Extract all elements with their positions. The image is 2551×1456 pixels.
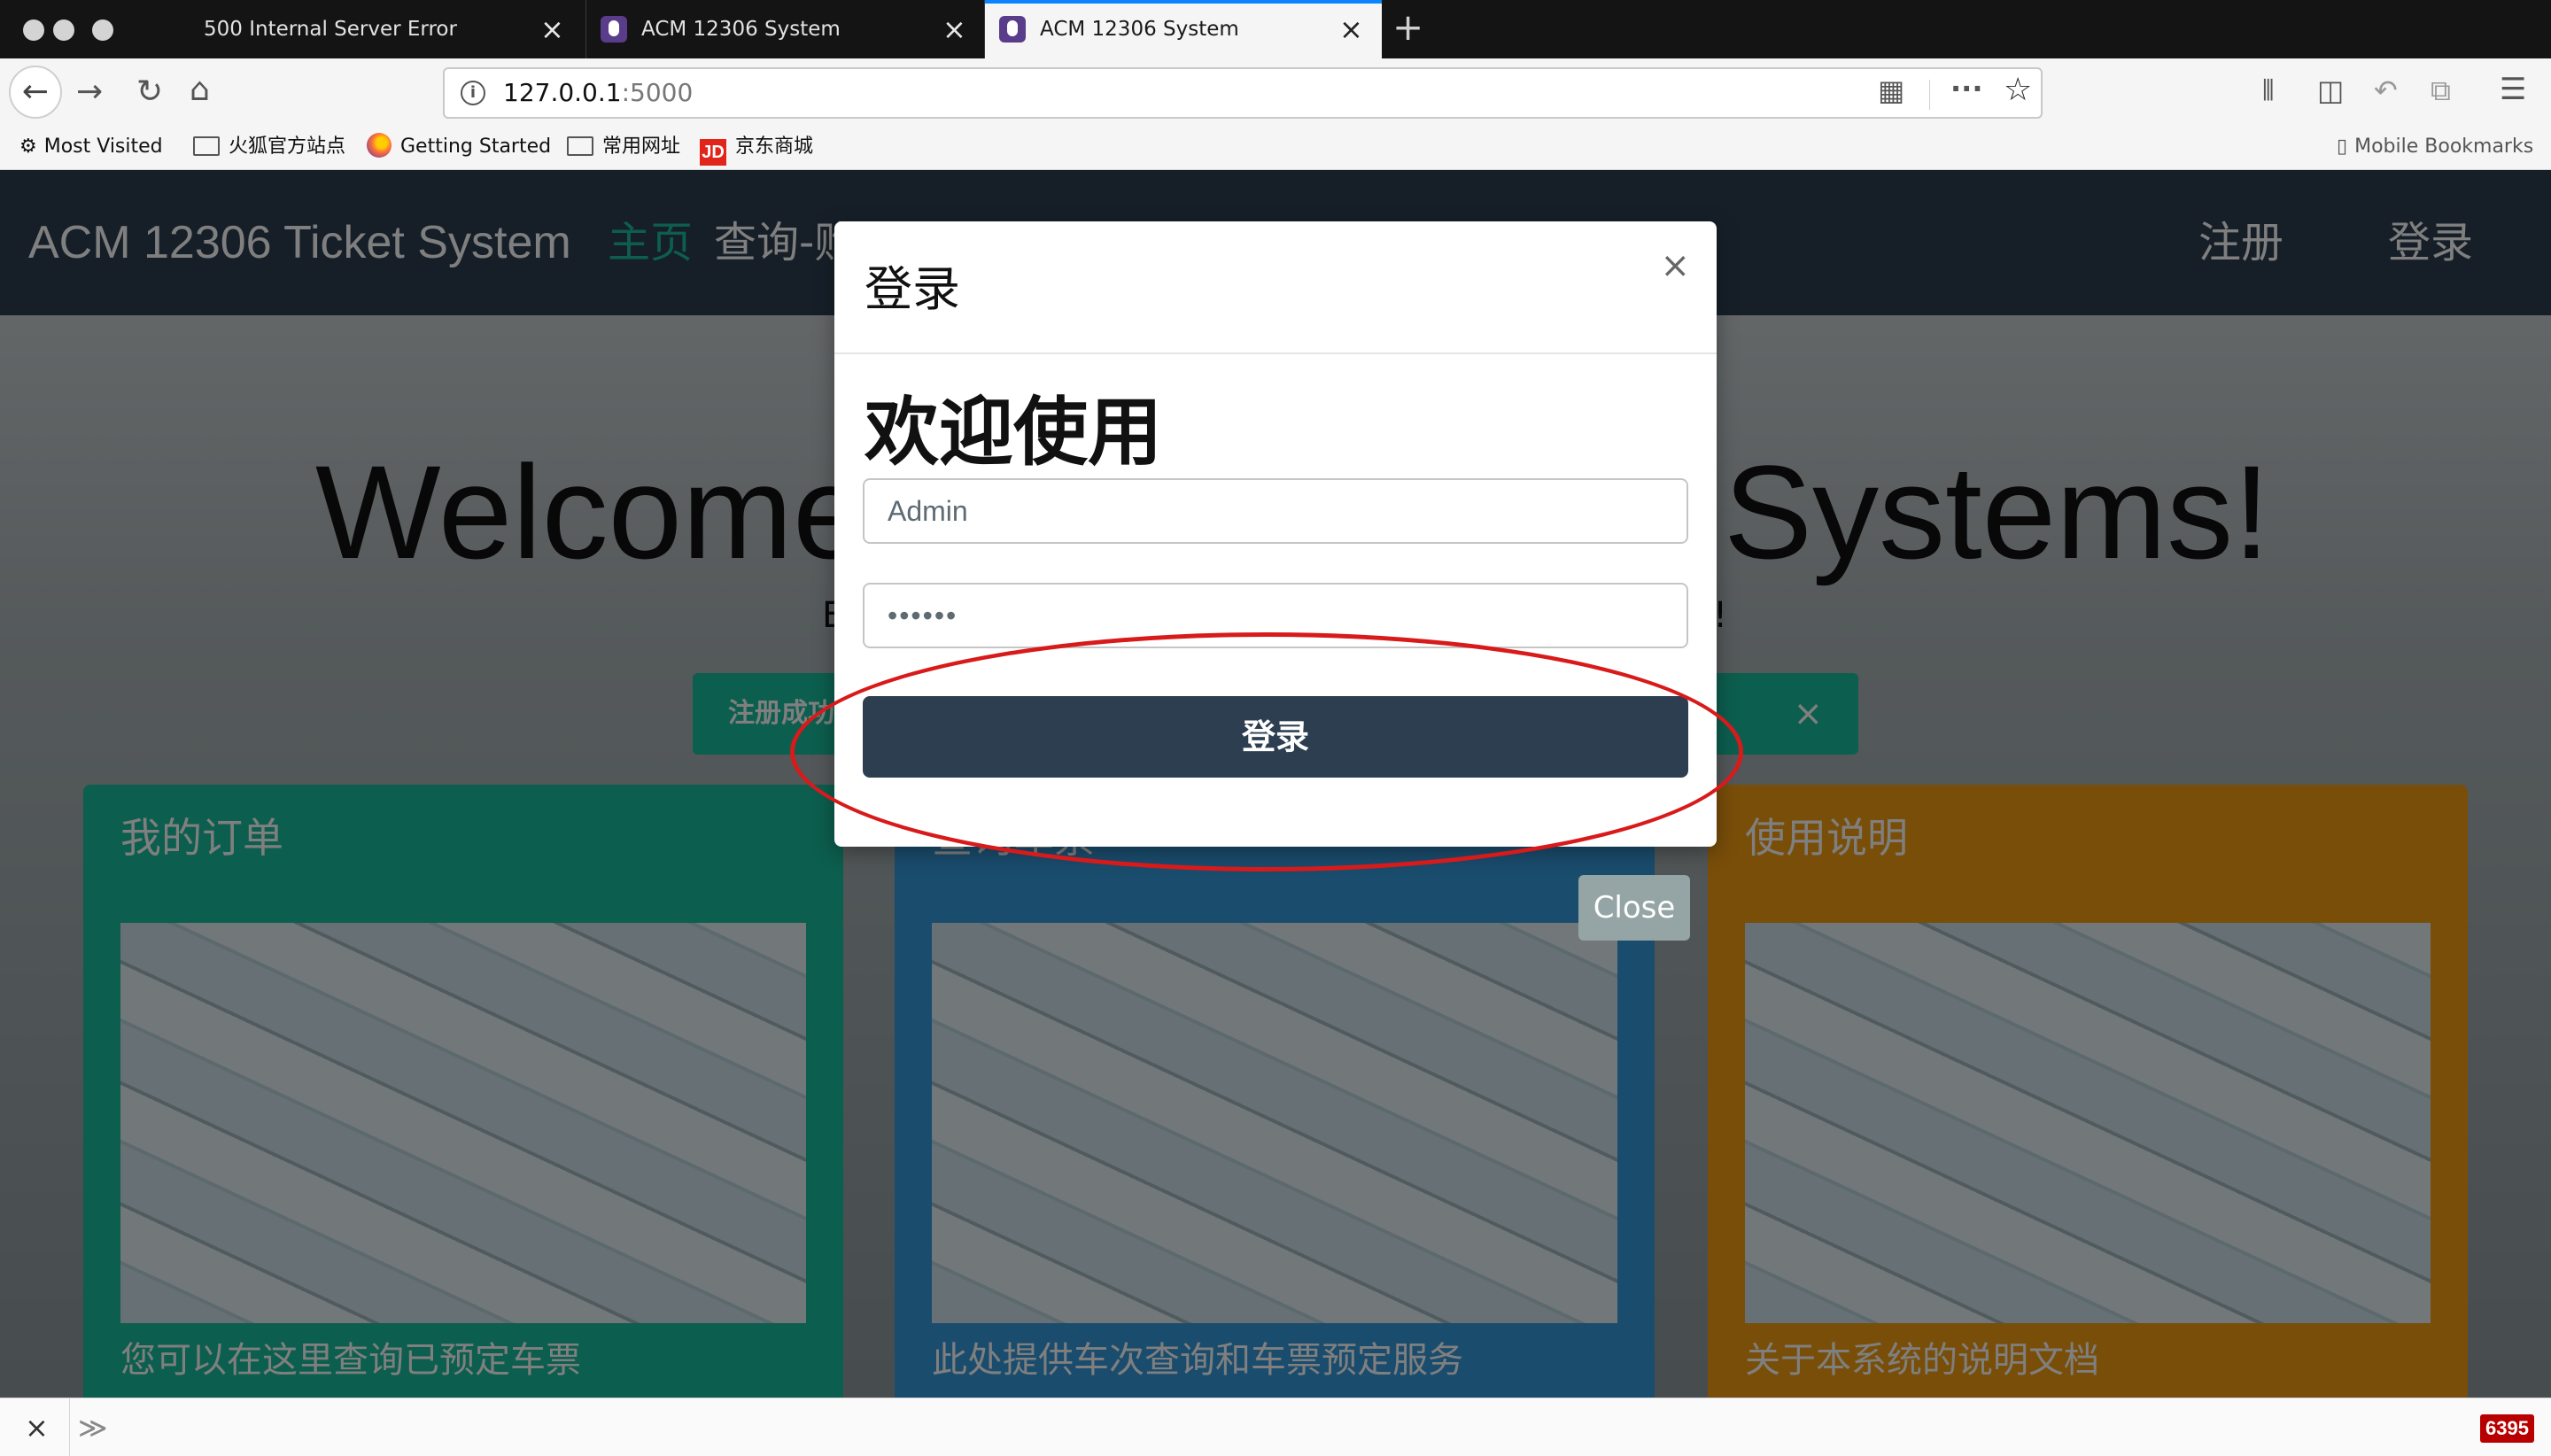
qr-code-icon[interactable]: ▦ bbox=[1878, 76, 1904, 105]
folder-icon bbox=[193, 136, 220, 156]
bookmark-common-sites[interactable]: 常用网址 bbox=[567, 128, 680, 167]
tab-500-error[interactable]: 500 Internal Server Error × bbox=[177, 0, 586, 58]
screenshot-icon[interactable]: ⧉ bbox=[2431, 76, 2451, 105]
page-actions-icon[interactable]: ··· bbox=[1950, 74, 1982, 103]
firefox-icon bbox=[367, 133, 392, 158]
annotation-ellipse bbox=[790, 632, 1743, 871]
welcome-heading: 欢迎使用 bbox=[865, 389, 1163, 476]
tab-title: ACM 12306 System bbox=[641, 18, 841, 41]
window-minimize-button[interactable] bbox=[53, 19, 74, 41]
reload-button[interactable]: ↻ bbox=[136, 76, 163, 108]
username-input[interactable]: Admin bbox=[863, 478, 1688, 544]
bookmark-star-icon[interactable]: ☆ bbox=[2004, 74, 2032, 106]
url-bar[interactable]: i 127.0.0.1:5000 ▦ ··· ☆ bbox=[443, 67, 2043, 119]
window-close-button[interactable] bbox=[23, 19, 44, 41]
jd-icon: JD bbox=[700, 139, 726, 166]
bottom-expand-icon[interactable]: ≫ bbox=[78, 1398, 108, 1456]
behind-close-button[interactable]: Close bbox=[1578, 875, 1690, 941]
bookmark-getting-started[interactable]: Getting Started bbox=[367, 128, 551, 167]
bookmark-firefox-site[interactable]: 火狐官方站点 bbox=[193, 128, 345, 167]
bottom-close-icon[interactable]: × bbox=[25, 1398, 49, 1456]
mobile-bookmarks[interactable]: ▯ Mobile Bookmarks bbox=[2337, 128, 2533, 167]
web-page: ACM 12306 Ticket System 主页 查询-购 注册 登录 We… bbox=[0, 170, 2551, 1398]
home-button[interactable]: ⌂ bbox=[190, 74, 210, 106]
bookmark-jd[interactable]: JD 京东商城 bbox=[700, 128, 813, 167]
tab-acm-system[interactable]: ACM 12306 System × bbox=[586, 0, 985, 58]
tab-close-icon[interactable]: × bbox=[1339, 0, 1363, 58]
back-button[interactable]: ← bbox=[9, 66, 62, 119]
tab-title: ACM 12306 System bbox=[1040, 18, 1239, 41]
bookmarks-toolbar: ⚙ Most Visited 火狐官方站点 Getting Started 常用网… bbox=[0, 128, 2551, 170]
library-icon[interactable]: ⫴ bbox=[2262, 76, 2274, 105]
gear-icon: ⚙ bbox=[19, 136, 37, 158]
counter-badge: 6395 bbox=[2480, 1414, 2534, 1443]
browser-toolbar: ← → ↻ ⌂ i 127.0.0.1:5000 ▦ ··· ☆ ⫴ ◫ ↶ ⧉… bbox=[0, 58, 2551, 128]
tab-title: 500 Internal Server Error bbox=[204, 18, 457, 41]
browser-tab-bar: 500 Internal Server Error × ACM 12306 Sy… bbox=[0, 0, 2551, 58]
tab-acm-system-active[interactable]: ACM 12306 System × bbox=[985, 0, 1382, 58]
window-zoom-button[interactable] bbox=[92, 19, 113, 41]
menu-icon[interactable]: ☰ bbox=[2500, 74, 2526, 105]
phone-icon: ▯ bbox=[2337, 136, 2348, 158]
tab-favicon-icon bbox=[601, 16, 627, 43]
undo-icon[interactable]: ↶ bbox=[2374, 76, 2398, 105]
new-tab-button[interactable]: + bbox=[1392, 0, 1423, 58]
tab-favicon-icon bbox=[999, 16, 1026, 43]
bookmark-most-visited[interactable]: ⚙ Most Visited bbox=[19, 128, 163, 167]
modal-close-icon[interactable]: × bbox=[1660, 248, 1690, 283]
bottom-toolbar: × ≫ 6395 bbox=[0, 1398, 2551, 1456]
forward-button[interactable]: → bbox=[76, 76, 103, 108]
folder-icon bbox=[567, 136, 593, 156]
sidebar-icon[interactable]: ◫ bbox=[2317, 76, 2344, 105]
url-text: 127.0.0.1:5000 bbox=[503, 78, 694, 107]
modal-title: 登录 bbox=[865, 261, 960, 317]
site-info-icon[interactable]: i bbox=[461, 81, 485, 105]
modal-header: 登录 × bbox=[834, 221, 1717, 354]
tab-close-icon[interactable]: × bbox=[942, 0, 966, 58]
tab-close-icon[interactable]: × bbox=[540, 0, 564, 58]
